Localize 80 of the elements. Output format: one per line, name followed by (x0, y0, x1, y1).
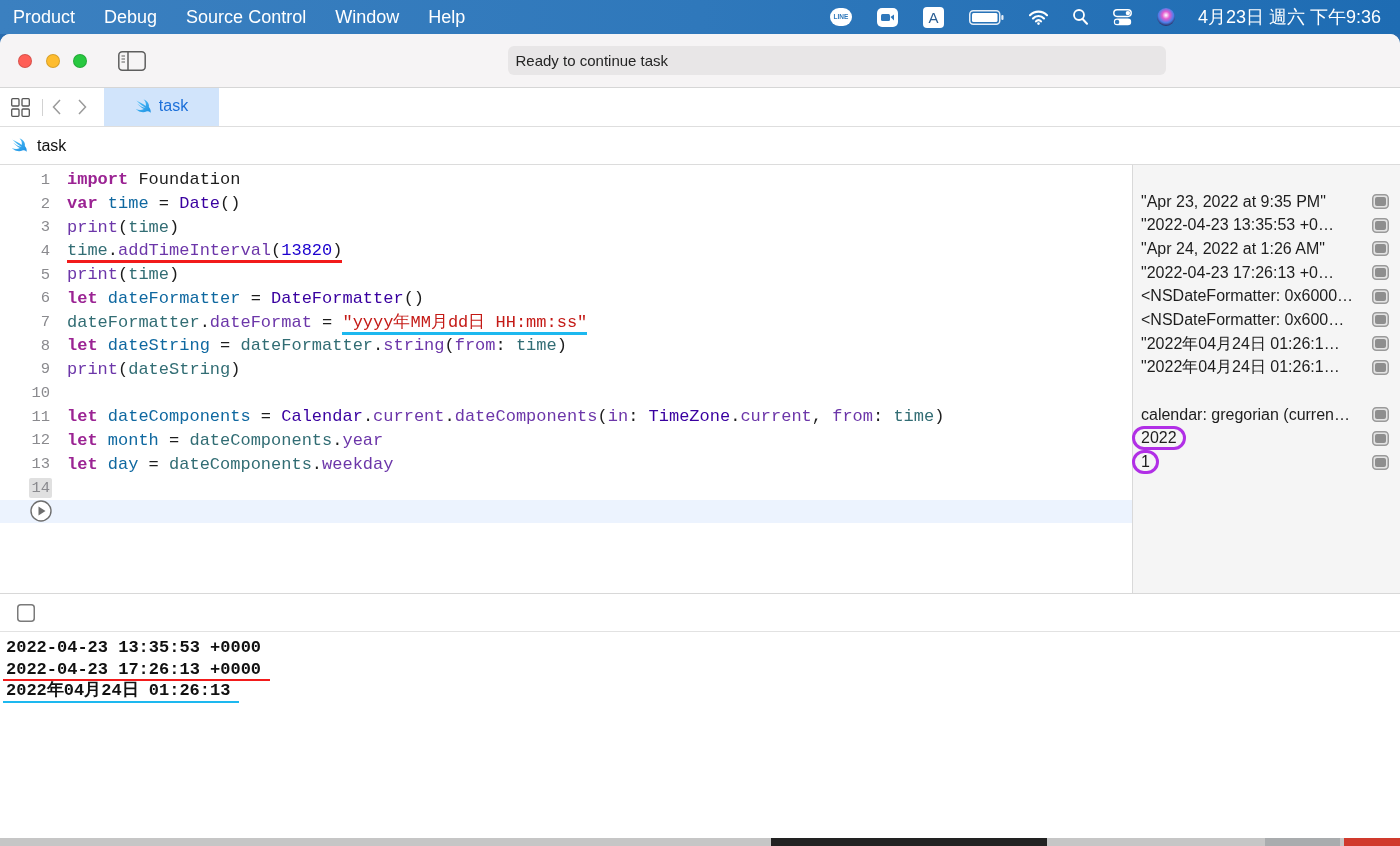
underlined-console-output: 2022年04月24日 01:26:13 (3, 681, 240, 703)
rounded-square-icon[interactable] (1372, 241, 1389, 257)
line-number: 7 (39, 311, 51, 332)
menu-clock[interactable]: 4月23日 週六 下午9:36 (1197, 6, 1381, 28)
rounded-square-icon[interactable] (1372, 336, 1389, 352)
result-value: calendar: gregorian (curren… (1141, 405, 1350, 424)
battery-icon[interactable] (968, 9, 1004, 25)
line-number: 3 (39, 217, 51, 238)
line-number: 2 (39, 193, 51, 214)
code-text: dateFormatter.dateFormat = (67, 313, 334, 333)
result-value: "2022年04月24日 01:26:1… (1141, 358, 1340, 377)
console-output: 2022-04-23 13:35:53 +0000 (5, 638, 263, 659)
editor-tab[interactable]: task (104, 88, 219, 126)
line-number: 6 (39, 288, 51, 309)
result-value: "2022-04-23 13:35:53 +0… (1141, 216, 1334, 235)
result-value: <NSDateFormatter: 0x600… (1141, 310, 1345, 329)
result-value: 1 (1132, 450, 1159, 475)
rounded-square-icon[interactable] (1372, 265, 1389, 281)
swift-bird-icon (11, 138, 28, 153)
result-value: "Apr 24, 2022 at 1:26 AM" (1141, 239, 1325, 258)
underlined-console-output: 2022-04-23 17:26:13 +0000 (3, 659, 271, 681)
chevron-left-icon[interactable] (52, 99, 61, 115)
result-value: "2022年04月24日 01:26:1… (1141, 334, 1340, 353)
line-number: 8 (39, 335, 51, 356)
rounded-square-icon[interactable] (1372, 312, 1389, 328)
menu-item[interactable]: Debug (104, 6, 158, 28)
menu-item[interactable]: Help (428, 6, 466, 28)
line-number: 11 (30, 406, 51, 427)
line-number: 4 (39, 240, 51, 261)
input-source-indicator[interactable]: A (922, 6, 944, 28)
line-number: 13 (30, 454, 51, 475)
code-text: let dateFormatter = DateFormatter() (67, 288, 425, 308)
rounded-square-icon[interactable] (1372, 217, 1389, 233)
rounded-square-icon[interactable] (1372, 288, 1389, 304)
line-number: 14 (29, 477, 52, 498)
minimize-button[interactable] (45, 53, 60, 68)
accent-block (1344, 838, 1400, 846)
gradient-orb-icon[interactable] (1156, 8, 1175, 26)
code-text: print(dateString) (67, 359, 241, 379)
search-icon[interactable] (1072, 9, 1088, 25)
line-number: 5 (39, 264, 51, 285)
code-text: print(time) (67, 217, 180, 237)
code-text: let dateComponents = Calendar.current.dateComponents(in: TimeZone.current, from: time) (67, 407, 945, 427)
rounded-square-icon[interactable] (1372, 454, 1389, 470)
rounded-square-icon[interactable] (1372, 194, 1389, 210)
square-outline-icon[interactable] (17, 603, 35, 622)
zoom-button[interactable] (73, 53, 87, 68)
code-text: let day = dateComponents.weekday (67, 454, 394, 474)
menu-item[interactable]: Window (335, 6, 400, 28)
toggle-switches-icon[interactable] (1112, 8, 1132, 26)
code-text: print(time) (67, 265, 180, 285)
breadcrumb-item[interactable]: task (37, 136, 67, 155)
line-number: 12 (30, 430, 51, 451)
sidebar-icon[interactable] (117, 50, 146, 71)
swift-bird-icon (134, 98, 152, 114)
underlined-code: time.addTimeInterval(13820) (67, 241, 343, 264)
menu-item[interactable]: Source Control (186, 6, 307, 28)
result-value: "2022-04-23 17:26:13 +0… (1141, 263, 1334, 282)
result-value: <NSDateFormatter: 0x6000… (1141, 287, 1354, 306)
activity-status: Ready to continue task (507, 46, 1166, 75)
menu-item[interactable]: Product (13, 6, 76, 28)
code-text: import Foundation (67, 170, 241, 190)
wifi-icon[interactable] (1028, 9, 1048, 25)
rounded-square-icon[interactable] (1372, 407, 1389, 423)
line-number: 1 (39, 169, 51, 190)
video-camera-icon[interactable] (876, 7, 898, 27)
play-circle-icon[interactable] (30, 500, 52, 523)
underlined-code: "yyyy年MM月dd日 HH:mm:ss" (342, 313, 588, 336)
chevron-right-icon[interactable] (78, 99, 87, 115)
line-number: 9 (39, 359, 51, 380)
code-text: let dateString = dateFormatter.string(from: time) (67, 336, 567, 356)
code-text: let month = dateComponents.year (67, 430, 384, 450)
rounded-square-icon[interactable] (1372, 430, 1389, 446)
rounded-square-icon[interactable] (1372, 359, 1389, 375)
result-value: "Apr 23, 2022 at 9:35 PM" (1141, 192, 1326, 211)
code-text: var time = Date() (67, 194, 241, 214)
grid-icon[interactable] (11, 97, 30, 117)
line-number: 10 (30, 383, 51, 404)
result-value: 2022 (1132, 426, 1186, 451)
close-button[interactable] (18, 53, 32, 68)
